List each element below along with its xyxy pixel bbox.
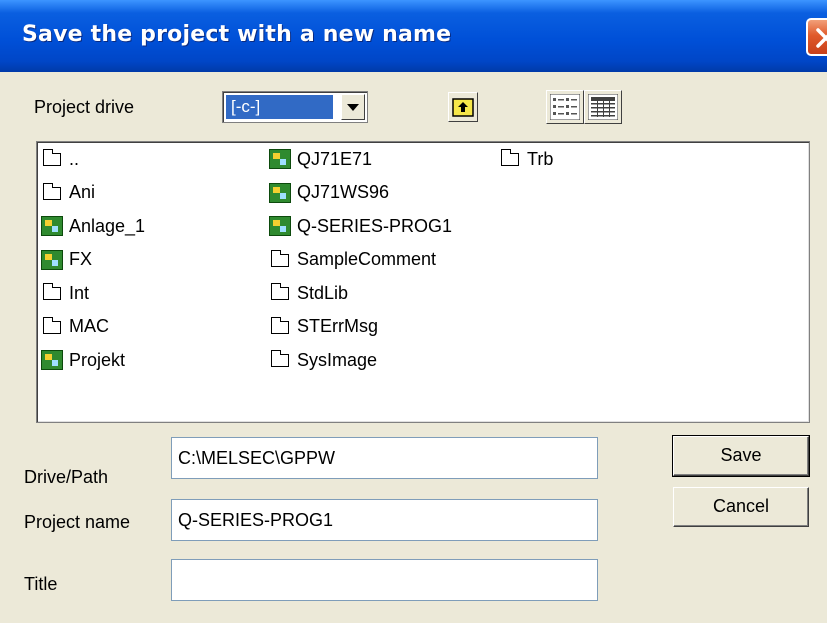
folder-icon — [269, 249, 293, 271]
project-drive-select[interactable]: [-c-] — [222, 91, 368, 123]
folder-item[interactable]: STErrMsg — [269, 313, 378, 341]
dialog-title: Save the project with a new name — [22, 22, 452, 47]
project-drive-value: [-c-] — [226, 95, 333, 119]
file-name: SysImage — [297, 349, 378, 370]
project-icon — [269, 182, 293, 204]
folder-icon — [499, 148, 523, 170]
folder-item[interactable]: .. — [41, 145, 79, 173]
drive-path-field[interactable]: C:\MELSEC\GPPW — [171, 437, 598, 479]
project-name-label: Project name — [24, 512, 131, 532]
file-name: FX — [69, 249, 93, 269]
project-icon — [269, 215, 293, 237]
folder-item[interactable]: Int — [41, 279, 89, 307]
file-name: StdLib — [297, 282, 349, 303]
folder-icon — [269, 316, 293, 338]
drive-dropdown-button[interactable] — [341, 94, 365, 120]
list-view-button[interactable] — [546, 90, 584, 124]
project-icon — [41, 349, 65, 371]
file-name: Ani — [69, 182, 96, 202]
folder-item[interactable]: Trb — [499, 145, 553, 173]
project-drive-label: Project drive — [34, 97, 135, 117]
folder-item[interactable]: StdLib — [269, 279, 348, 307]
title-bar[interactable]: Save the project with a new name — [0, 0, 827, 72]
project-item[interactable]: Q-SERIES-PROG1 — [269, 212, 452, 240]
up-folder-button[interactable] — [448, 92, 478, 122]
folder-item[interactable]: MAC — [41, 313, 109, 341]
folder-item[interactable]: SysImage — [269, 346, 377, 374]
file-name: Q-SERIES-PROG1 — [297, 215, 453, 236]
close-icon — [816, 28, 827, 48]
file-name: MAC — [69, 316, 109, 336]
project-name-field[interactable]: Q-SERIES-PROG1 — [171, 499, 598, 541]
title-field[interactable] — [171, 559, 598, 601]
file-name: QJ71WS96 — [297, 182, 390, 202]
file-name: .. — [69, 148, 80, 169]
file-name: Anlage_1 — [69, 215, 146, 236]
save-project-dialog: Save the project with a new name Project… — [0, 0, 827, 623]
title-label: Title — [24, 574, 58, 594]
folder-icon — [41, 282, 65, 304]
project-item[interactable]: Projekt — [41, 346, 125, 374]
project-icon — [41, 215, 65, 237]
folder-icon — [41, 148, 65, 170]
folder-item[interactable]: SampleComment — [269, 246, 436, 274]
up-folder-icon — [452, 98, 474, 117]
file-name: Projekt — [69, 349, 126, 370]
file-list[interactable]: .. Ani Anlage_1 FX Int MAC Projekt QJ71E71 QJ71W… — [36, 141, 810, 423]
project-item[interactable]: Anlage_1 — [41, 212, 145, 240]
file-name: STErrMsg — [297, 316, 378, 336]
folder-icon — [41, 182, 65, 204]
file-name: Int — [69, 282, 90, 303]
file-name: QJ71E71 — [297, 148, 373, 169]
file-name: Trb — [527, 148, 554, 169]
project-icon — [41, 249, 65, 271]
save-button[interactable]: Save — [672, 435, 810, 477]
close-button[interactable] — [806, 18, 827, 56]
chevron-down-icon — [347, 104, 359, 111]
folder-item[interactable]: Ani — [41, 179, 95, 207]
cancel-button[interactable]: Cancel — [673, 487, 809, 527]
project-icon — [269, 148, 293, 170]
project-item[interactable]: FX — [41, 246, 92, 274]
project-item[interactable]: QJ71WS96 — [269, 179, 389, 207]
details-view-icon — [588, 94, 618, 120]
list-view-icon — [550, 94, 580, 120]
file-name: SampleComment — [297, 249, 437, 269]
drive-path-label: Drive/Path — [24, 467, 109, 487]
details-view-button[interactable] — [584, 90, 622, 124]
folder-icon — [269, 349, 293, 371]
folder-icon — [41, 316, 65, 338]
folder-icon — [269, 282, 293, 304]
project-item[interactable]: QJ71E71 — [269, 145, 372, 173]
